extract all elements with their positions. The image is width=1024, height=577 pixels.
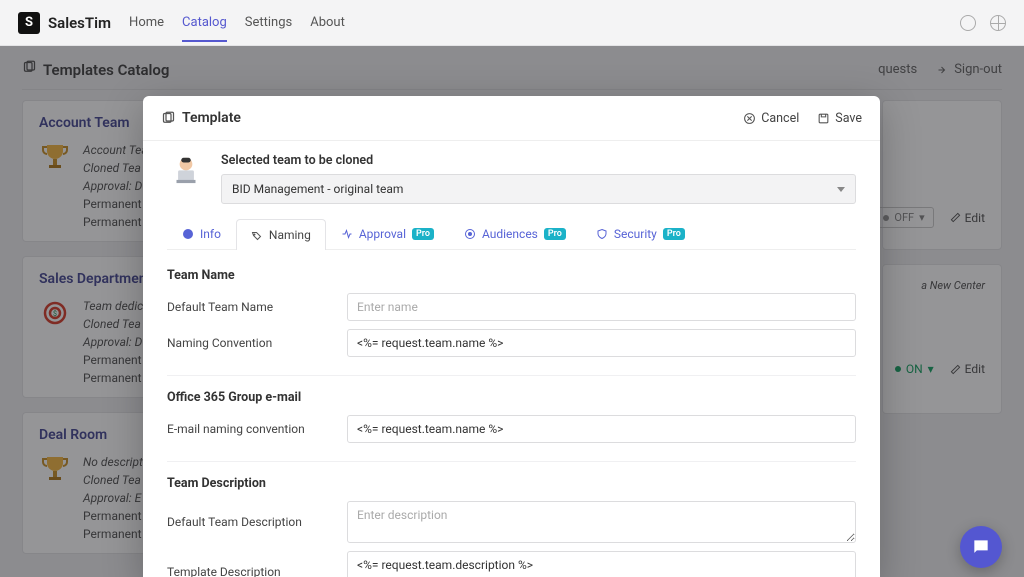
template-modal: Template Cancel Save Sel — [143, 96, 880, 577]
tab-naming[interactable]: Naming — [236, 219, 326, 250]
pro-badge: Pro — [412, 228, 434, 240]
template-icon — [161, 111, 176, 126]
globe-icon[interactable] — [990, 15, 1006, 31]
logo-icon: S — [18, 12, 40, 34]
label-default-description: Default Team Description — [167, 515, 347, 529]
team-select-value: BID Management - original team — [232, 182, 403, 196]
topbar: S SalesTim Home Catalog Settings About — [0, 0, 1024, 46]
nav-about[interactable]: About — [310, 3, 345, 42]
chat-icon — [971, 537, 991, 557]
input-template-description[interactable]: <%= request.team.description %> — [347, 551, 856, 577]
input-default-team-name[interactable] — [347, 293, 856, 321]
tab-security[interactable]: Security Pro — [581, 218, 700, 249]
label-default-team-name: Default Team Name — [167, 300, 347, 314]
nav-settings[interactable]: Settings — [245, 3, 292, 42]
section-team-description: Team Description — [167, 476, 856, 491]
refresh-icon[interactable] — [960, 15, 976, 31]
label-naming-convention: Naming Convention — [167, 336, 347, 350]
modal-tabs: Info Naming Approval Pro Audiences Pro — [167, 218, 856, 250]
cancel-icon — [743, 112, 756, 125]
chat-widget[interactable] — [960, 526, 1002, 568]
modal-title: Template — [182, 110, 241, 126]
label-template-description: Template Description — [167, 565, 347, 577]
avatar-icon — [167, 153, 205, 191]
cancel-button[interactable]: Cancel — [743, 111, 799, 126]
top-nav: Home Catalog Settings About — [129, 3, 345, 42]
input-email-convention[interactable] — [347, 415, 856, 443]
input-default-description[interactable] — [347, 501, 856, 543]
save-icon — [817, 112, 830, 125]
clone-label: Selected team to be cloned — [221, 153, 856, 168]
section-group-email: Office 365 Group e-mail — [167, 390, 856, 405]
brand-name: SalesTim — [48, 14, 111, 32]
nav-home[interactable]: Home — [129, 3, 164, 42]
section-team-name: Team Name — [167, 268, 856, 283]
tab-approval[interactable]: Approval Pro — [326, 218, 449, 249]
label-email-convention: E-mail naming convention — [167, 422, 347, 436]
pro-badge: Pro — [663, 228, 685, 240]
chevron-down-icon — [837, 187, 845, 192]
nav-catalog[interactable]: Catalog — [182, 3, 227, 42]
team-select[interactable]: BID Management - original team — [221, 174, 856, 204]
page-body: Templates Catalog quests Sign-out Accoun… — [0, 46, 1024, 577]
save-button[interactable]: Save — [817, 111, 862, 126]
tab-info[interactable]: Info — [167, 218, 236, 249]
tab-audiences[interactable]: Audiences Pro — [449, 218, 581, 249]
input-naming-convention[interactable] — [347, 329, 856, 357]
pro-badge: Pro — [544, 228, 566, 240]
